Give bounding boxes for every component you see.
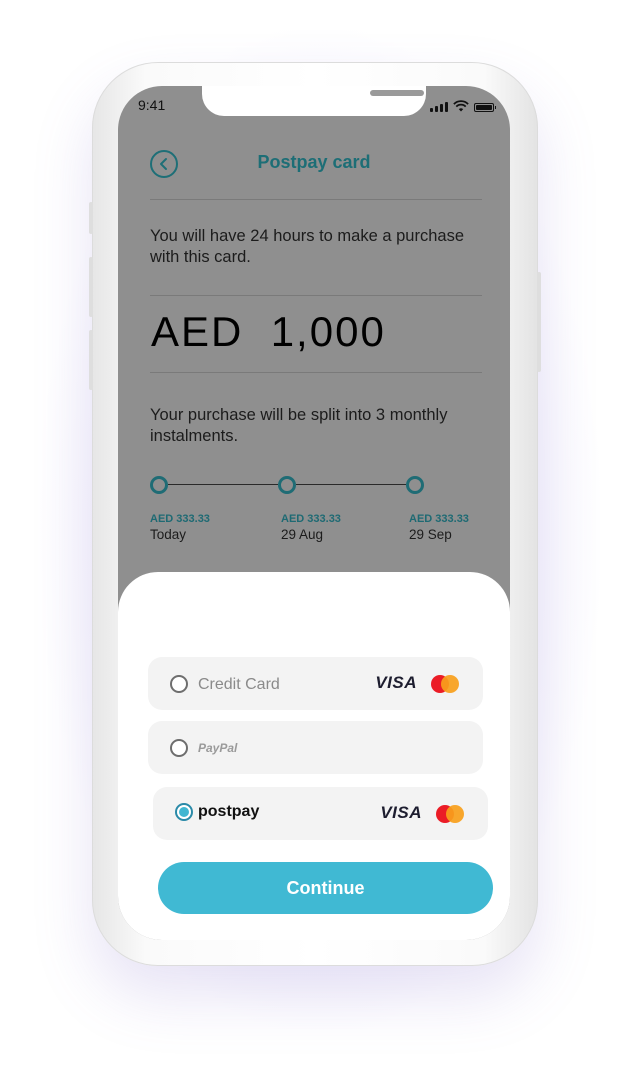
instalment-date: Today <box>150 527 187 542</box>
speaker-grille <box>370 90 424 96</box>
option-label: postpay <box>198 803 260 820</box>
instalment-amount: AED 333.33 <box>150 513 210 525</box>
volume-up-button <box>89 257 93 317</box>
timeline-dot-3 <box>406 476 424 494</box>
instalment-3: AED 333.33 29 Sep <box>409 513 469 542</box>
page-title: Postpay card <box>257 152 371 172</box>
continue-button[interactable]: Continue <box>158 862 493 914</box>
payment-option-paypal[interactable]: PayPal <box>148 721 483 774</box>
radio-button[interactable] <box>170 739 188 757</box>
paypal-logo-text: PayPal <box>198 741 238 755</box>
card-amount: AED 1,000 <box>151 308 386 355</box>
mastercard-logo-icon <box>431 675 459 693</box>
header-divider <box>150 199 482 200</box>
radio-button[interactable] <box>170 675 188 693</box>
visa-logo-icon: VISA <box>380 803 422 822</box>
timeline-connector <box>296 484 406 485</box>
time-limit-text: You will have 24 hours to make a purchas… <box>150 227 464 266</box>
instalment-amount: AED 333.33 <box>409 513 469 525</box>
volume-down-button <box>89 330 93 390</box>
option-label: Credit Card <box>198 676 280 693</box>
split-text: Your purchase will be split into 3 month… <box>150 406 448 445</box>
signal-icon <box>430 102 448 112</box>
instalment-1: AED 333.33 Today <box>150 513 210 542</box>
timeline-dot-2 <box>278 476 296 494</box>
instalment-amount: AED 333.33 <box>281 513 341 525</box>
timeline-dot-1 <box>150 476 168 494</box>
phone-screen: 9:41 Postpay card You will have 24 hours… <box>118 86 510 940</box>
power-button <box>537 272 541 372</box>
visa-logo-icon: VISA <box>375 673 417 692</box>
instalment-2: AED 333.33 29 Aug <box>281 513 341 542</box>
mastercard-logo-icon <box>436 805 464 823</box>
wifi-icon <box>453 100 469 112</box>
status-icons <box>430 100 496 112</box>
mute-switch <box>89 202 93 234</box>
status-time: 9:41 <box>138 97 166 113</box>
notch <box>202 86 426 116</box>
timeline-connector <box>168 484 278 485</box>
payment-option-postpay[interactable]: postpay VISA <box>153 787 488 840</box>
info-divider <box>150 295 482 296</box>
amount-divider <box>150 372 482 373</box>
instalment-date: 29 Sep <box>409 527 452 542</box>
instalment-date: 29 Aug <box>281 527 324 542</box>
payment-option-credit-card[interactable]: Credit Card VISA <box>148 657 483 710</box>
battery-icon <box>474 103 496 112</box>
radio-button-selected[interactable] <box>175 803 193 821</box>
